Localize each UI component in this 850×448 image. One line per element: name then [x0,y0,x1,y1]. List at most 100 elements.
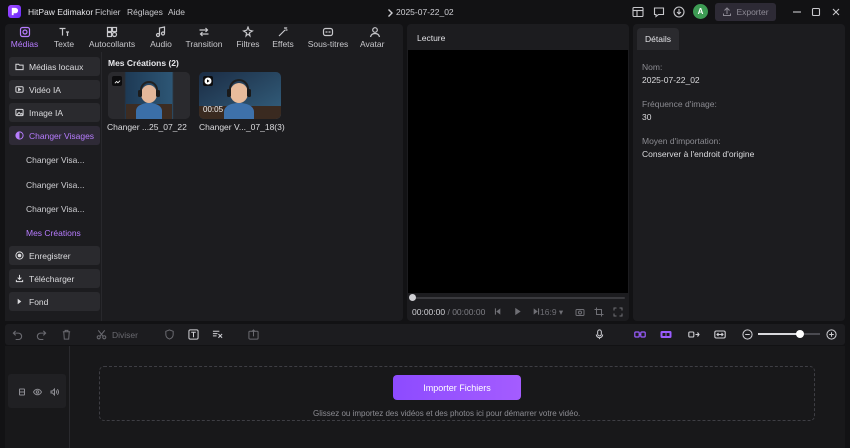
close-icon[interactable] [829,5,843,19]
scissors-text-icon[interactable] [211,328,224,341]
tab-label: Effets [272,39,294,49]
text-box-icon[interactable] [187,328,200,341]
track-audio-icon[interactable] [50,387,59,396]
track-lock-icon[interactable] [17,387,26,396]
menu-fichier[interactable]: Fichier [95,7,121,17]
tab-label: Autocollants [88,39,136,49]
tab-transition[interactable]: Transition [184,24,224,52]
crop-icon[interactable] [593,306,604,317]
tab-autocollants[interactable]: Autocollants [86,24,138,52]
microphone-icon[interactable] [593,328,606,341]
sidebar-item-fond[interactable]: Fond [9,292,100,311]
playback-scrubber[interactable] [411,297,625,299]
sidebar-item-label: Image IA [29,107,64,118]
chevron-right-icon[interactable] [383,6,397,20]
link-track-icon[interactable] [659,328,672,341]
sidebar-item-image-ia[interactable]: Image IA [9,103,100,122]
subtitle-icon [322,26,334,38]
export-button[interactable]: Exporter [715,3,776,21]
tab-sous-titres[interactable]: Sous-titres [305,24,351,52]
media-item-label: Changer V..._07_18(3) [199,122,285,132]
record-icon [15,251,24,260]
tab-details[interactable]: Détails [637,28,679,50]
play-icon[interactable] [512,306,523,317]
import-files-button[interactable]: Importer Fichiers [393,375,521,400]
fit-timeline-icon[interactable] [713,328,726,341]
previous-frame-icon[interactable] [493,306,504,317]
audio-separate-icon[interactable] [687,328,700,341]
sidebar-subitem-mes-creations[interactable]: Mes Créations [26,228,81,238]
tab-label: Audio [150,39,172,49]
sidebar-item-enregistrer[interactable]: Enregistrer [9,246,100,265]
fullscreen-icon[interactable] [612,306,623,317]
tab-label: Filtres [236,39,260,49]
user-avatar[interactable]: A [693,4,708,19]
zoom-out-icon[interactable] [741,328,754,341]
tab-label: Médias [10,39,39,49]
feedback-icon[interactable] [652,5,666,19]
time-readout: 00:00:00 / 00:00:00 [412,307,485,317]
download-icon [15,274,24,283]
zoom-slider-fill[interactable] [758,333,800,335]
transition-icon [198,26,210,38]
details-panel [633,24,845,321]
maximize-icon[interactable] [809,5,823,19]
layout-icon[interactable] [631,5,645,19]
timeline-divider [69,346,70,448]
tab-label: Avatar [360,39,385,49]
sidebar-item-label: Enregistrer [29,250,71,261]
split-icon[interactable] [95,328,108,341]
media-grid-title: Mes Créations (2) [108,58,179,68]
menu-reglages[interactable]: Réglages [127,7,163,17]
track-visibility-icon[interactable] [33,387,42,396]
aspect-ratio-select[interactable]: 16:9 ▾ [540,307,563,318]
sidebar-item-label: Médias locaux [29,61,84,72]
sidebar-subitem-3[interactable]: Changer Visa... [26,204,84,214]
zoom-in-icon[interactable] [825,328,838,341]
sidebar-divider [101,52,102,321]
sidebar-subitem-1[interactable]: Changer Visa... [26,155,84,165]
magnet-snap-icon[interactable] [633,328,646,341]
zoom-slider-handle[interactable] [795,330,804,338]
sidebar-item-medias-locaux[interactable]: Médias locaux [9,57,100,76]
download-update-icon[interactable] [672,5,686,19]
aspect-ratio-value: 16:9 [540,307,557,317]
tab-medias[interactable]: Médias [8,24,41,52]
tab-avatar[interactable]: Avatar [360,24,390,52]
split-label[interactable]: Diviser [112,330,138,340]
preview-title: Lecture [417,33,446,43]
export-icon [722,7,732,17]
ai-image-icon [15,108,24,117]
current-time: 00:00:00 [412,307,446,317]
redo-icon[interactable] [35,328,48,341]
preview-screen[interactable] [408,50,628,293]
dropzone-hint: Glissez ou importez des vidéos et des ph… [313,409,581,418]
detail-label-framerate: Fréquence d'image: [642,99,717,109]
tab-label: Transition [185,39,223,49]
sidebar-item-changer-visages[interactable]: Changer Visages [9,126,100,145]
media-thumbnail-2[interactable]: 00:05 [199,72,281,119]
tab-audio[interactable]: Audio [147,24,175,52]
shield-icon[interactable] [163,328,176,341]
tab-effets[interactable]: Effets [269,24,297,52]
scrubber-handle[interactable] [409,294,416,301]
detail-value-import-mode: Conserver à l'endroit d'origine [642,149,755,159]
media-thumbnail-1[interactable] [108,72,190,119]
filter-icon [242,26,254,38]
tab-filtres[interactable]: Filtres [234,24,262,52]
menu-aide[interactable]: Aide [168,7,185,17]
sidebar-subitem-2[interactable]: Changer Visa... [26,180,84,190]
tab-label: Texte [53,39,75,49]
minimize-icon[interactable] [790,5,804,19]
export-clip-icon[interactable] [247,328,260,341]
sidebar-item-telecharger[interactable]: Télécharger [9,269,100,288]
sidebar-item-label: Vidéo IA [29,84,61,95]
delete-icon[interactable] [60,328,73,341]
sidebar-item-video-ia[interactable]: Vidéo IA [9,80,100,99]
detail-value-name: 2025-07-22_02 [642,75,700,85]
category-tabs: Médias Texte Autocollants Audio Transiti… [5,24,403,52]
tab-texte[interactable]: Texte [50,24,78,52]
app-logo-icon [8,5,21,18]
undo-icon[interactable] [11,328,24,341]
snapshot-icon[interactable] [574,306,585,317]
